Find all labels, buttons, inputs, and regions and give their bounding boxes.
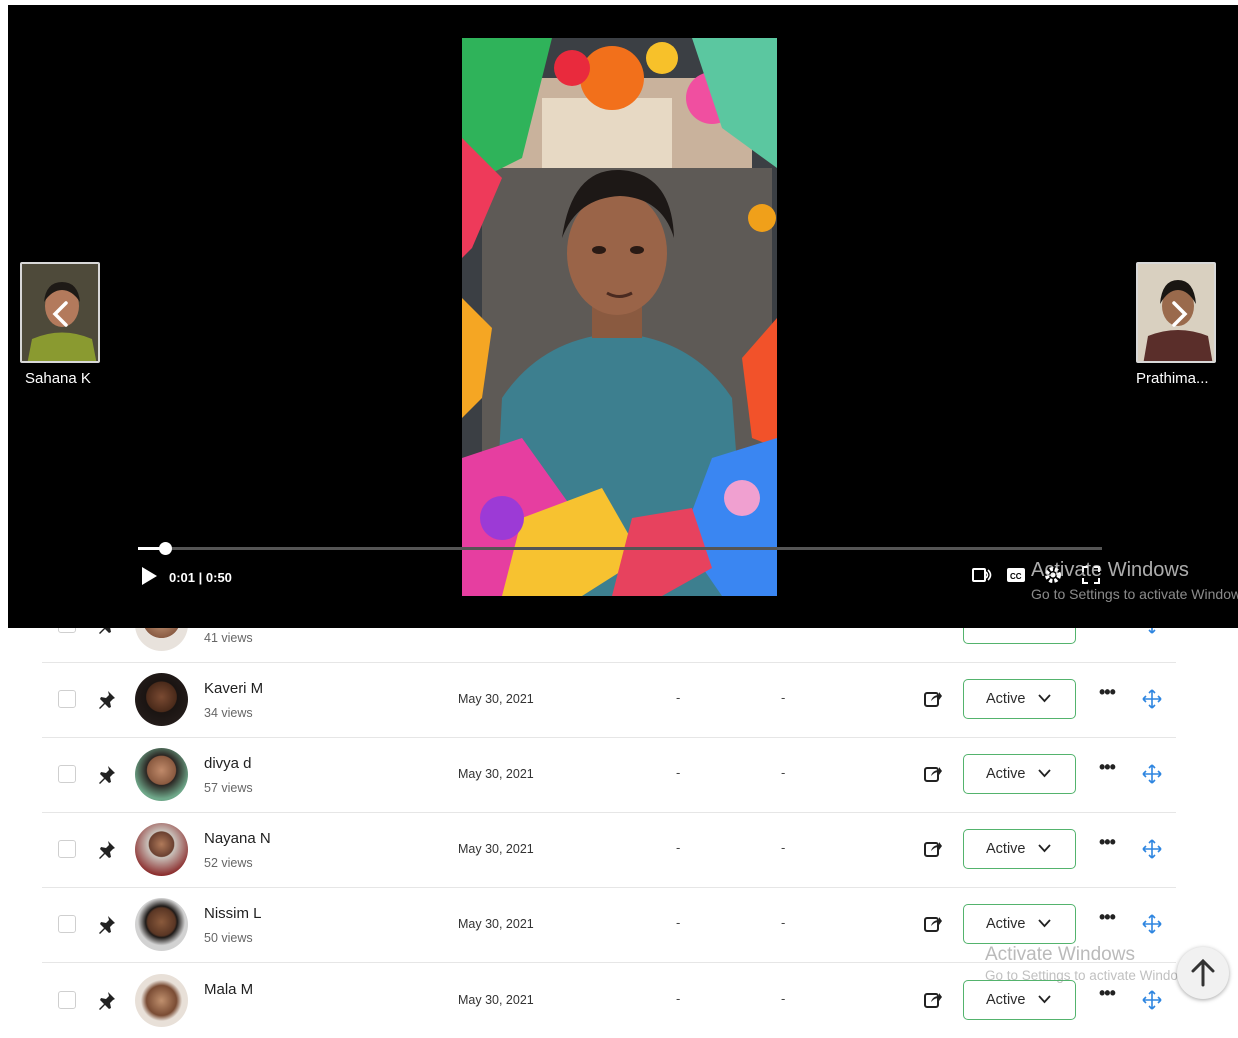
previous-video-thumbnail[interactable]	[20, 262, 100, 363]
activation-watermark-subtitle: Go to Settings to activate Windows.	[985, 968, 1195, 983]
column-value: -	[676, 690, 681, 705]
column-value: -	[676, 915, 681, 930]
activation-watermark-title: Activate Windows	[1031, 559, 1189, 581]
seek-bar[interactable]	[138, 542, 1102, 555]
drag-handle-icon[interactable]	[1142, 764, 1162, 784]
status-label: Active	[986, 691, 1026, 707]
more-options-button[interactable]: •••	[1099, 907, 1116, 928]
drag-handle-icon[interactable]	[1142, 990, 1162, 1010]
drag-handle-icon[interactable]	[1142, 839, 1162, 859]
playback-time: 0:01 | 0:50	[169, 570, 232, 585]
more-options-button[interactable]: •••	[1099, 757, 1116, 778]
chevron-down-icon	[1038, 919, 1051, 928]
chevron-down-icon	[1038, 694, 1051, 703]
activation-watermark-subtitle: Go to Settings to activate Windows.	[1031, 586, 1238, 602]
row-checkbox[interactable]	[58, 915, 76, 933]
video-author-name[interactable]: Nissim L	[204, 905, 262, 922]
more-options-button[interactable]: •••	[1099, 682, 1116, 703]
pin-icon[interactable]	[94, 913, 118, 937]
chevron-down-icon	[1038, 844, 1051, 853]
row-checkbox[interactable]	[58, 840, 76, 858]
view-count: 41 views	[204, 631, 253, 645]
column-value: -	[781, 915, 786, 930]
next-video-author[interactable]: Prathima...	[1136, 370, 1209, 387]
avatar	[135, 823, 188, 876]
upload-date: May 30, 2021	[458, 767, 534, 781]
video-frame[interactable]	[462, 38, 777, 596]
column-value: -	[781, 690, 786, 705]
pin-icon[interactable]	[94, 763, 118, 787]
avatar	[135, 673, 188, 726]
table-row[interactable]: Nayana N 52 views May 30, 2021 - - Activ…	[42, 812, 1176, 888]
status-label: Active	[986, 916, 1026, 932]
share-icon[interactable]	[923, 990, 943, 1010]
column-value: -	[781, 765, 786, 780]
column-value: -	[781, 991, 786, 1006]
play-icon[interactable]	[140, 566, 158, 586]
status-dropdown[interactable]: Active	[963, 679, 1076, 719]
table-row[interactable]: divya d 57 views May 30, 2021 - - Active…	[42, 737, 1176, 813]
video-content-image	[462, 38, 777, 596]
status-label: Active	[986, 992, 1026, 1008]
pin-icon[interactable]	[94, 989, 118, 1013]
share-icon[interactable]	[923, 689, 943, 709]
pin-icon[interactable]	[94, 688, 118, 712]
arrow-up-icon	[1191, 958, 1215, 987]
previous-video-author[interactable]: Sahana K	[25, 370, 91, 387]
upload-date: May 30, 2021	[458, 842, 534, 856]
chevron-right-icon[interactable]	[1168, 300, 1190, 328]
share-icon[interactable]	[923, 839, 943, 859]
column-value: -	[676, 840, 681, 855]
table-row[interactable]: Kaveri M 34 views May 30, 2021 - - Activ…	[42, 662, 1176, 738]
share-icon[interactable]	[923, 914, 943, 934]
view-count: 57 views	[204, 781, 253, 795]
upload-date: May 30, 2021	[458, 993, 534, 1007]
row-checkbox[interactable]	[58, 991, 76, 1009]
column-value: -	[781, 840, 786, 855]
scroll-to-top-button[interactable]	[1177, 947, 1229, 999]
video-player-overlay: Sahana K Prathima... 0:01 | 0:50 CC Acti…	[8, 5, 1238, 628]
activation-watermark-title: Activate Windows	[985, 944, 1135, 965]
chevron-down-icon	[1038, 769, 1051, 778]
video-author-name[interactable]: divya d	[204, 755, 252, 772]
column-value: -	[676, 991, 681, 1006]
view-count: 50 views	[204, 931, 253, 945]
status-dropdown[interactable]: Active	[963, 980, 1076, 1020]
row-checkbox[interactable]	[58, 765, 76, 783]
status-label: Active	[986, 766, 1026, 782]
status-label: Active	[986, 841, 1026, 857]
column-value: -	[676, 765, 681, 780]
next-video-thumbnail[interactable]	[1136, 262, 1216, 363]
video-author-name[interactable]: Nayana N	[204, 830, 271, 847]
view-count: 52 views	[204, 856, 253, 870]
video-author-name[interactable]: Mala M	[204, 981, 253, 998]
seek-bar-handle[interactable]	[159, 542, 172, 555]
more-options-button[interactable]: •••	[1099, 832, 1116, 853]
chevron-left-icon[interactable]	[50, 300, 72, 328]
row-checkbox[interactable]	[58, 690, 76, 708]
cc-icon[interactable]: CC	[1006, 567, 1026, 583]
audio-icon[interactable]	[971, 566, 993, 586]
status-dropdown[interactable]: Active	[963, 829, 1076, 869]
chevron-down-icon	[1038, 995, 1051, 1004]
svg-text:CC: CC	[1010, 572, 1022, 581]
drag-handle-icon[interactable]	[1142, 689, 1162, 709]
upload-date: May 30, 2021	[458, 692, 534, 706]
drag-handle-icon[interactable]	[1142, 914, 1162, 934]
video-author-name[interactable]: Kaveri M	[204, 680, 263, 697]
avatar	[135, 748, 188, 801]
view-count: 34 views	[204, 706, 253, 720]
status-dropdown[interactable]: Active	[963, 754, 1076, 794]
pin-icon[interactable]	[94, 838, 118, 862]
upload-date: May 30, 2021	[458, 917, 534, 931]
more-options-button[interactable]: •••	[1099, 983, 1116, 1004]
avatar	[135, 898, 188, 951]
avatar	[135, 974, 188, 1027]
status-dropdown[interactable]: Active	[963, 904, 1076, 944]
share-icon[interactable]	[923, 764, 943, 784]
